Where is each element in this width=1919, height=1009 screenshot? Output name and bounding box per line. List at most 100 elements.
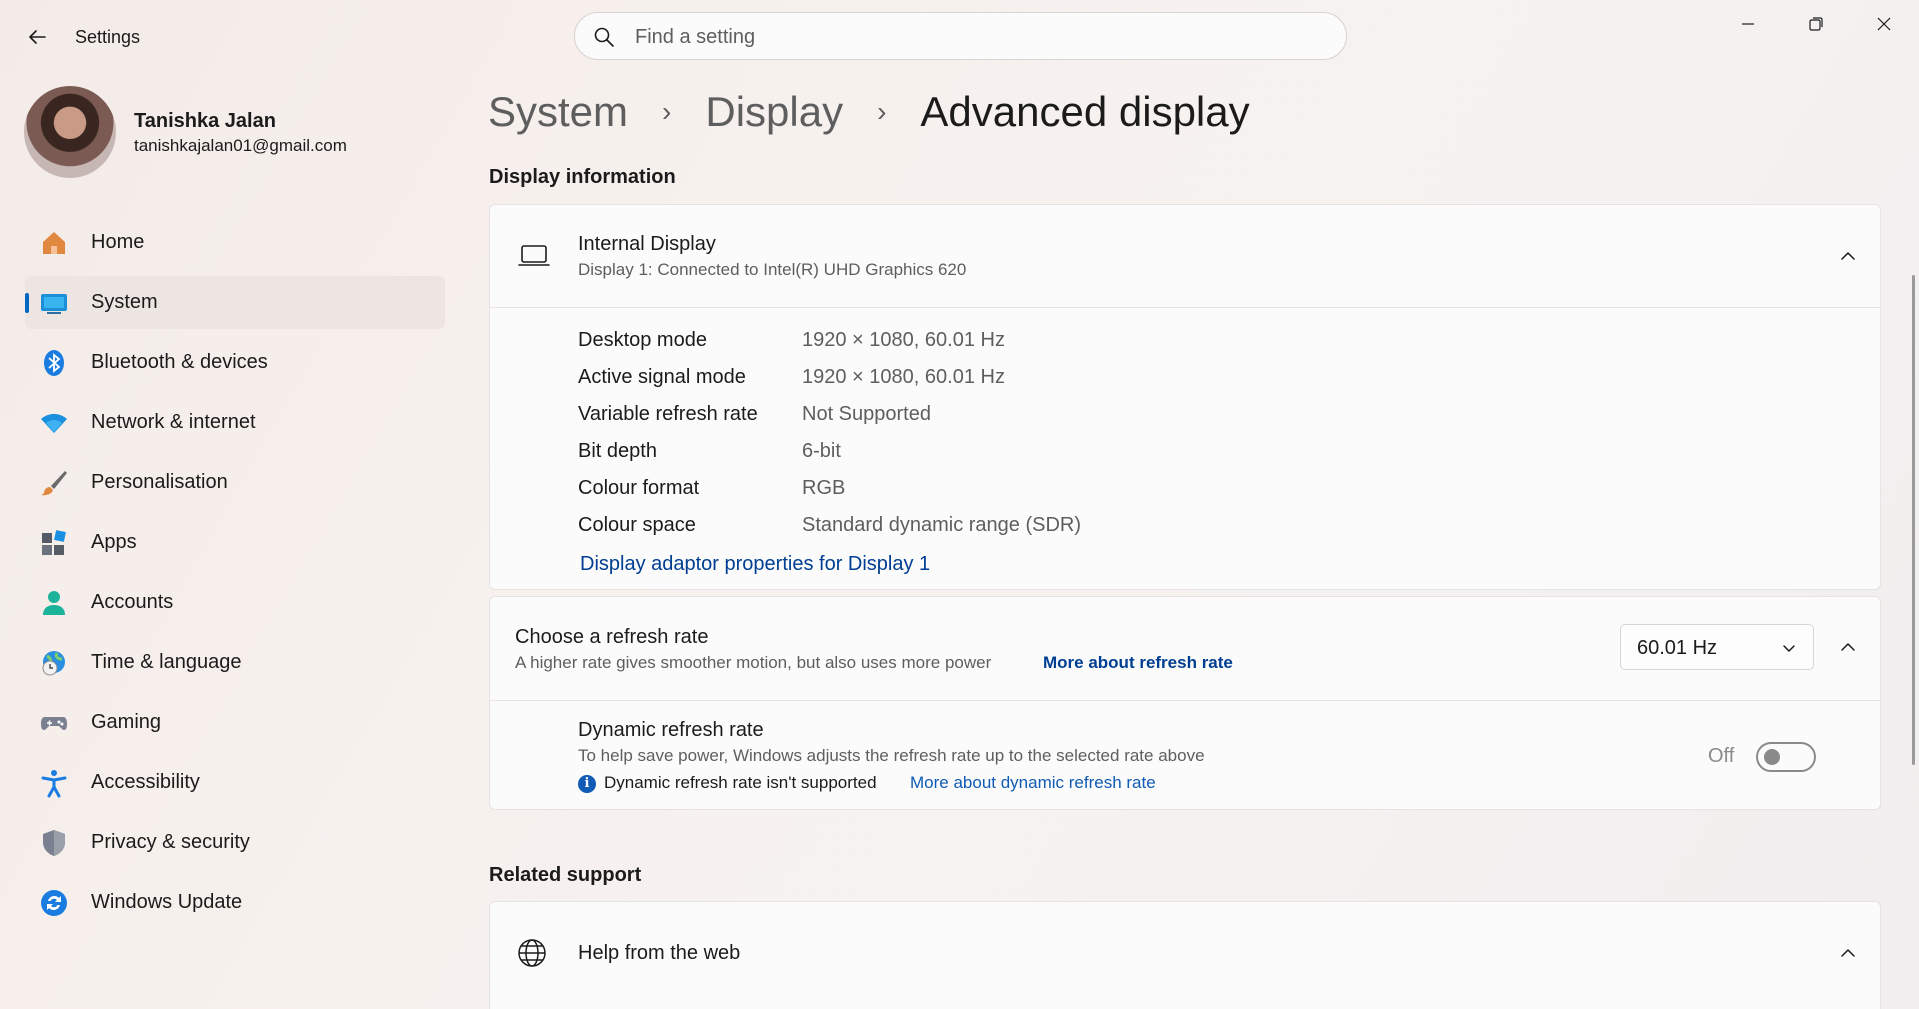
- sidebar-item-system[interactable]: System: [25, 276, 445, 329]
- sidebar-item-home[interactable]: Home: [25, 216, 445, 269]
- sidebar-item-label: System: [91, 291, 158, 313]
- search-icon: [594, 27, 614, 47]
- update-icon: [39, 888, 69, 918]
- back-button[interactable]: [20, 20, 54, 54]
- gamepad-icon: [39, 708, 69, 738]
- sidebar-item-label: Gaming: [91, 711, 162, 733]
- display-adaptor-properties-link[interactable]: Display adaptor properties for Display 1: [580, 553, 930, 576]
- display-info-card: Internal Display Display 1: Connected to…: [489, 204, 1881, 590]
- chevron-right-icon: ›: [662, 96, 672, 127]
- dynamic-refresh-toggle[interactable]: [1756, 742, 1816, 772]
- profile-name: Tanishka Jalan: [134, 110, 276, 132]
- refresh-rate-selected: 60.01 Hz: [1637, 637, 1718, 659]
- breadcrumb-system[interactable]: System: [488, 88, 628, 136]
- info-value-bit-depth: 6-bit: [802, 440, 841, 462]
- collapse-button[interactable]: [1830, 238, 1866, 274]
- divider: [490, 700, 1880, 701]
- breadcrumb-display[interactable]: Display: [705, 88, 843, 136]
- chevron-up-icon: [1841, 252, 1855, 260]
- sidebar-item-label: Windows Update: [91, 891, 243, 913]
- minimize-button[interactable]: [1720, 6, 1776, 42]
- help-from-web-title: Help from the web: [578, 942, 741, 964]
- info-value-vrr: Not Supported: [802, 403, 931, 425]
- toggle-knob: [1764, 749, 1780, 765]
- sidebar-item-windows-update[interactable]: Windows Update: [25, 876, 445, 929]
- info-label-colour-format: Colour format: [578, 477, 700, 499]
- breadcrumb: System › Display › Advanced display: [488, 84, 1250, 140]
- sidebar-item-apps[interactable]: Apps: [25, 516, 445, 569]
- sidebar-item-privacy[interactable]: Privacy & security: [25, 816, 445, 869]
- collapse-button[interactable]: [1830, 935, 1866, 971]
- shield-icon: [39, 828, 69, 858]
- laptop-icon: [518, 245, 550, 266]
- restore-icon: [1809, 17, 1823, 31]
- sidebar-item-gaming[interactable]: Gaming: [25, 696, 445, 749]
- globe-clock-icon: [39, 648, 69, 678]
- info-icon: i: [578, 775, 596, 793]
- sidebar-item-label: Bluetooth & devices: [91, 351, 268, 373]
- scrollbar[interactable]: [1912, 275, 1915, 765]
- search-input[interactable]: [635, 23, 1315, 51]
- sidebar-item-personalisation[interactable]: Personalisation: [25, 456, 445, 509]
- info-label-desktop-mode: Desktop mode: [578, 329, 707, 351]
- info-value-colour-format: RGB: [802, 477, 846, 499]
- sidebar-item-label: Personalisation: [91, 471, 228, 493]
- info-label-vrr: Variable refresh rate: [578, 403, 758, 425]
- accounts-icon: [39, 588, 69, 618]
- sidebar-item-time-language[interactable]: Time & language: [25, 636, 445, 689]
- related-support-card: Help from the web: [489, 901, 1881, 1009]
- close-button[interactable]: [1856, 6, 1912, 42]
- chevron-right-icon: ›: [877, 96, 887, 127]
- sidebar-item-label: Privacy & security: [91, 831, 250, 853]
- toggle-state-label: Off: [1708, 745, 1735, 767]
- sidebar-item-accounts[interactable]: Accounts: [25, 576, 445, 629]
- home-icon: [39, 228, 69, 258]
- refresh-rate-card: Choose a refresh rate A higher rate give…: [489, 596, 1881, 810]
- collapse-button[interactable]: [1830, 629, 1866, 665]
- sidebar-item-network[interactable]: Network & internet: [25, 396, 445, 449]
- title-bar: Settings: [0, 0, 1919, 72]
- refresh-rate-dropdown[interactable]: 60.01 Hz: [1620, 624, 1814, 670]
- more-about-dynamic-refresh-link[interactable]: More about dynamic refresh rate: [910, 773, 1156, 793]
- globe-icon: [518, 939, 546, 967]
- more-about-refresh-rate-link[interactable]: More about refresh rate: [1043, 653, 1233, 673]
- chevron-up-icon: [1841, 643, 1855, 651]
- chevron-down-icon: [1783, 645, 1795, 652]
- sidebar-item-label: Time & language: [91, 651, 242, 673]
- sidebar-item-label: Home: [91, 231, 145, 253]
- dynamic-refresh-note: Dynamic refresh rate isn't supported: [604, 773, 877, 792]
- sidebar-item-label: Accessibility: [91, 771, 200, 793]
- user-profile[interactable]: Tanishka Jalan tanishkajalan01@gmail.com: [24, 86, 444, 178]
- info-label-colour-space: Colour space: [578, 514, 696, 536]
- wifi-icon: [39, 408, 69, 438]
- info-value-colour-space: Standard dynamic range (SDR): [802, 514, 1082, 536]
- section-title-display-information: Display information: [489, 166, 676, 188]
- refresh-rate-title: Choose a refresh rate: [515, 626, 709, 648]
- help-from-web-row[interactable]: Help from the web: [490, 902, 1880, 1004]
- dynamic-refresh-subtitle: To help save power, Windows adjusts the …: [578, 746, 1205, 765]
- minimize-icon: [1742, 23, 1754, 25]
- info-label-bit-depth: Bit depth: [578, 440, 657, 462]
- sidebar-item-accessibility[interactable]: Accessibility: [25, 756, 445, 809]
- info-value-desktop-mode: 1920 × 1080, 60.01 Hz: [802, 329, 1005, 351]
- dynamic-refresh-title: Dynamic refresh rate: [578, 719, 764, 741]
- divider: [490, 307, 1880, 308]
- sidebar-item-label: Network & internet: [91, 411, 256, 433]
- info-label-active-signal: Active signal mode: [578, 366, 746, 388]
- avatar: [24, 86, 116, 178]
- display-subtitle: Display 1: Connected to Intel(R) UHD Gra…: [578, 260, 967, 279]
- display-info-header[interactable]: Internal Display Display 1: Connected to…: [490, 205, 1880, 307]
- back-arrow-icon: [29, 30, 46, 44]
- sidebar-nav: Home System Bluetooth & devices Network …: [25, 216, 445, 936]
- search-box[interactable]: [574, 12, 1347, 60]
- apps-icon: [39, 528, 69, 558]
- display-name: Internal Display: [578, 233, 716, 255]
- close-icon: [1877, 17, 1891, 31]
- accessibility-icon: [39, 768, 69, 798]
- info-value-active-signal: 1920 × 1080, 60.01 Hz: [802, 366, 1005, 388]
- restore-button[interactable]: [1788, 6, 1844, 42]
- sidebar-item-label: Accounts: [91, 591, 174, 613]
- bluetooth-icon: [39, 348, 69, 378]
- sidebar-item-bluetooth[interactable]: Bluetooth & devices: [25, 336, 445, 389]
- sidebar-item-label: Apps: [91, 531, 137, 553]
